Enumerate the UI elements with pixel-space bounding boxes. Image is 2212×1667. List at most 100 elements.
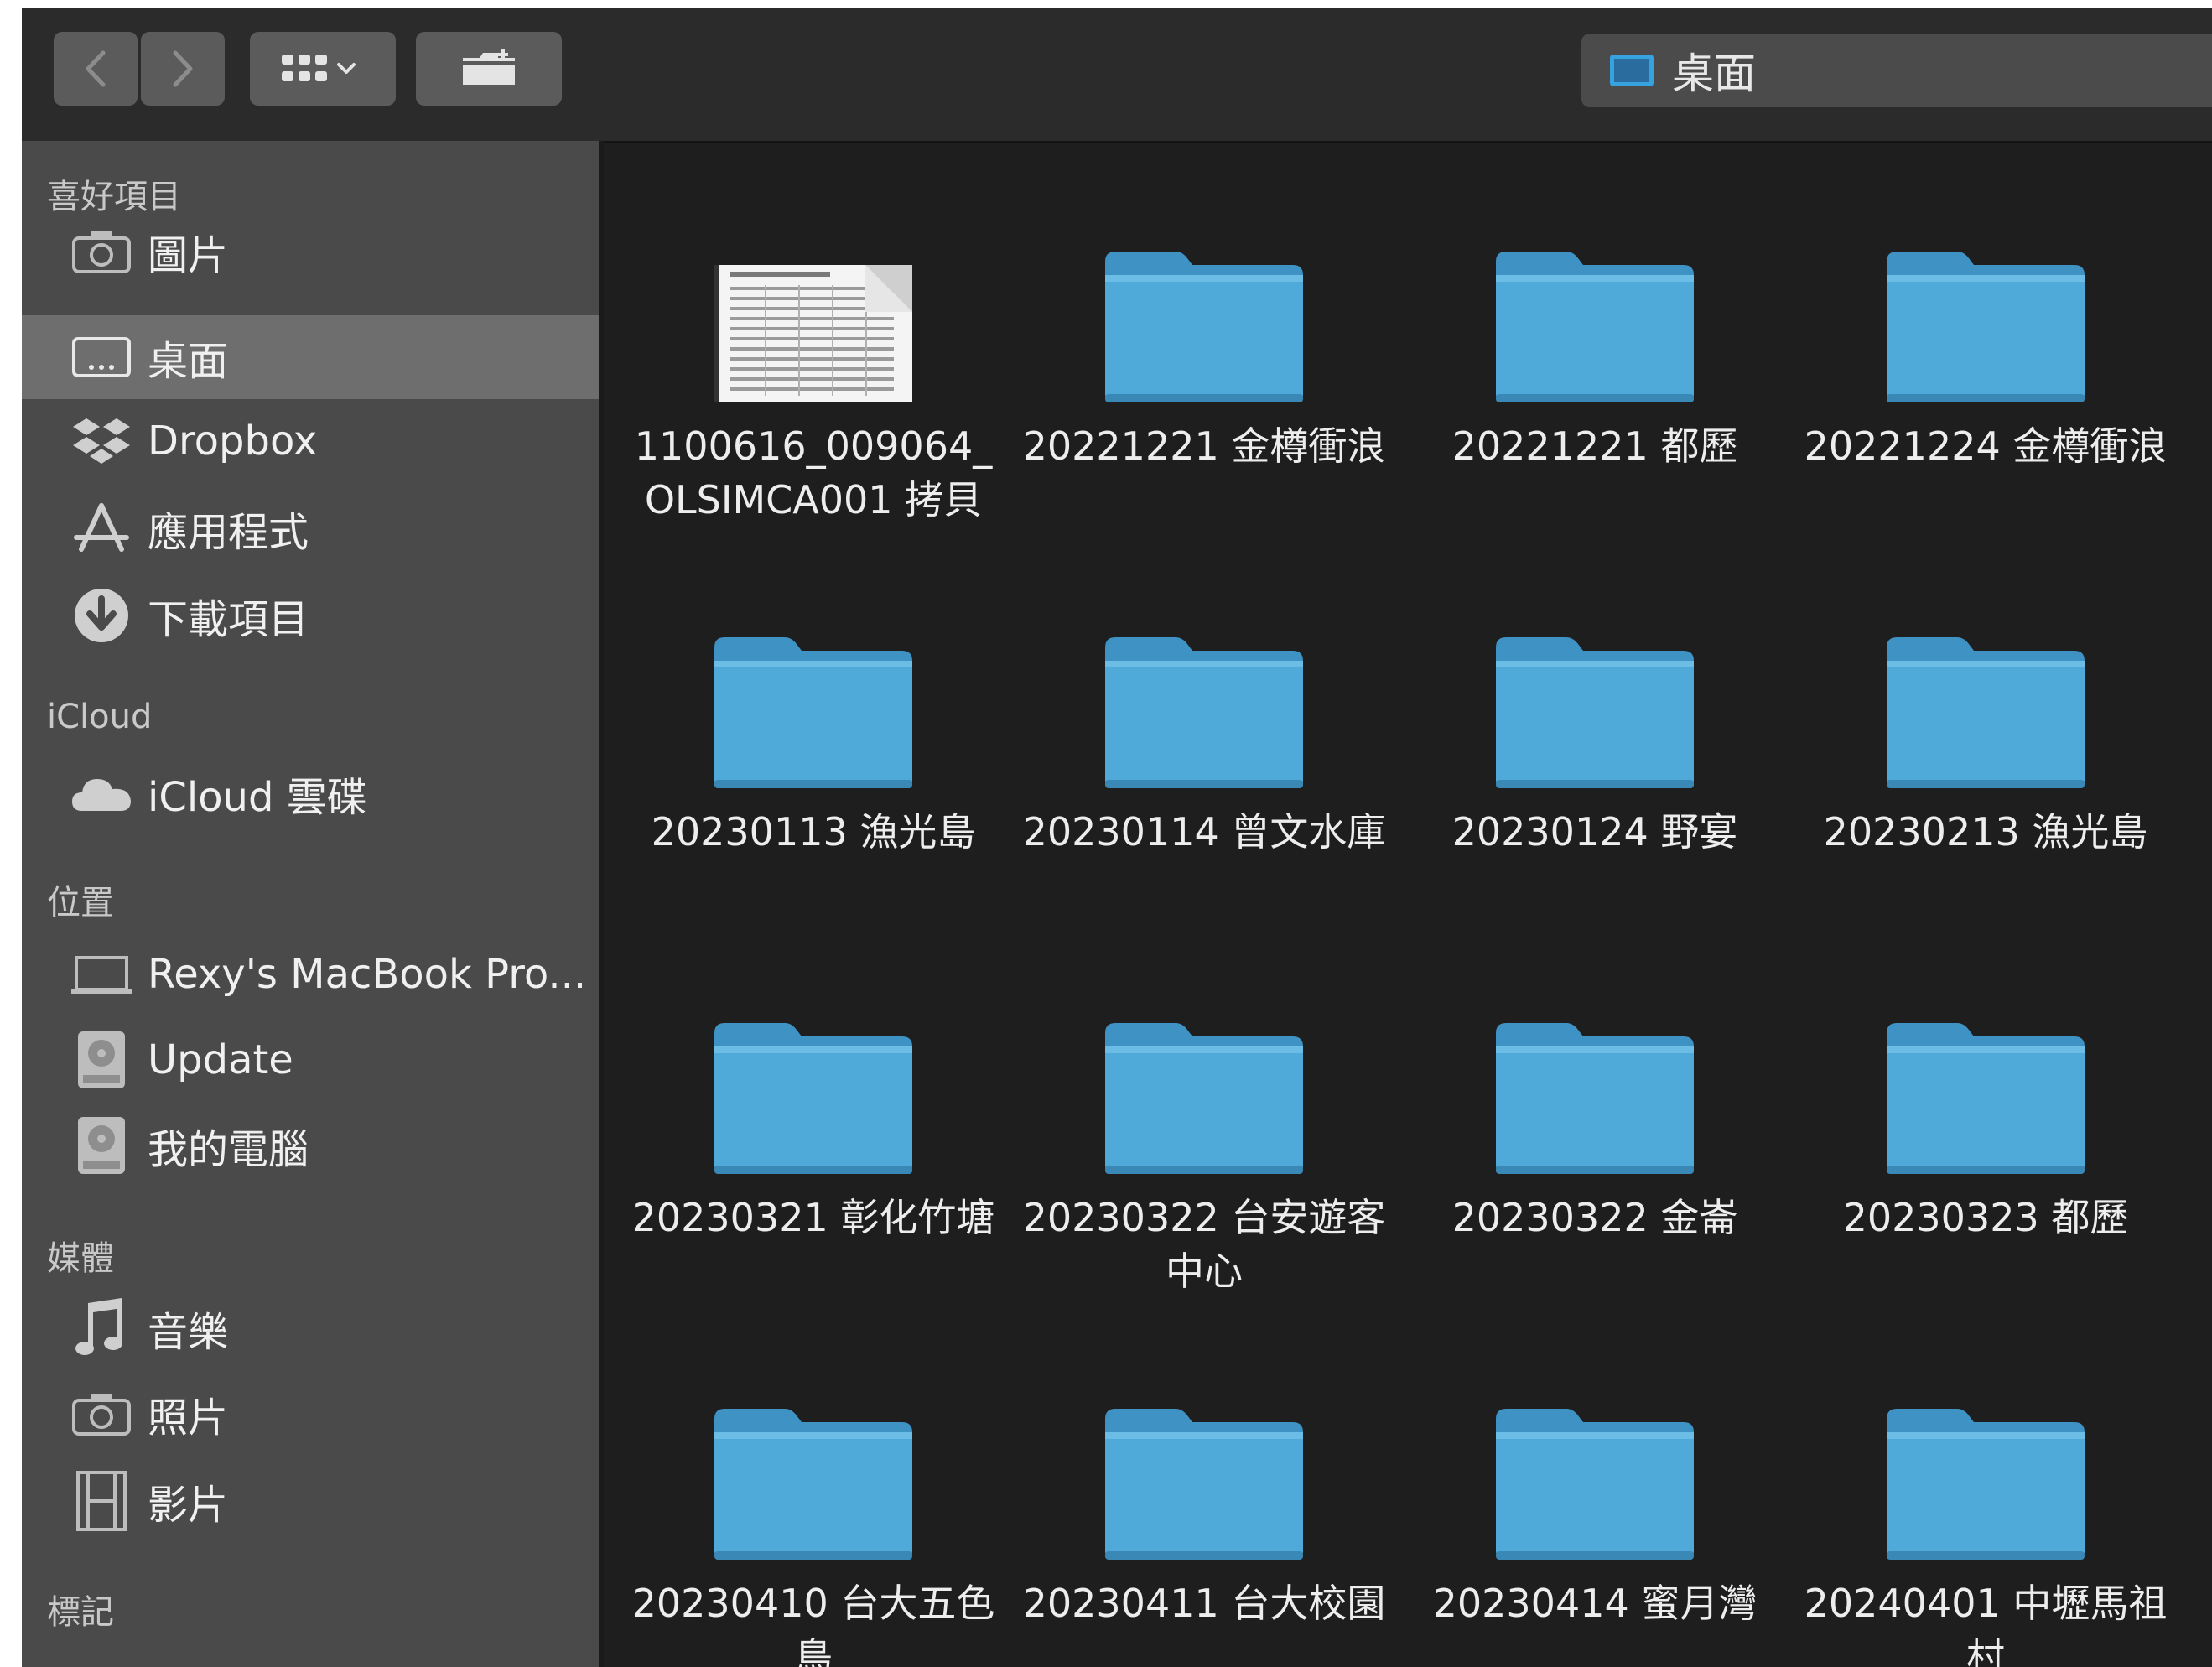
sidebar-item-label: Rexy's MacBook Pro... <box>148 951 587 998</box>
folder-icon <box>1793 184 2178 402</box>
sidebar-item-label: 我的電腦 <box>148 1126 309 1173</box>
sidebar-item-label: 音樂 <box>148 1309 229 1356</box>
sidebar-item-my-computer[interactable]: 我的電腦 <box>22 1104 599 1187</box>
folder-icon <box>1011 956 1397 1174</box>
folder-item[interactable]: 20230414 蜜月灣 <box>1402 1342 1788 1667</box>
section-title-tags: 標記 <box>47 1593 114 1632</box>
file-name-label: 20221221 金樽衝浪 <box>1022 423 1386 469</box>
chevron-left-icon <box>86 50 106 87</box>
icon-grid-view-icon <box>282 55 356 81</box>
folder-item[interactable]: 20230213 漁光島 <box>1793 570 2178 939</box>
finder-window: 桌面 喜好項目 圖片 桌面 Dropbox 應用程式 下載項目 iCloud i… <box>22 8 2212 1667</box>
toolbar: 桌面 <box>22 8 2212 143</box>
disk-icon <box>70 1114 132 1176</box>
file-name-label: 1100616_009064_OLSIMCA001 拷貝 <box>634 423 993 522</box>
file-name-label: 20230323 都歷 <box>1842 1195 2129 1240</box>
location-title: 桌面 <box>1672 49 1756 98</box>
folder-icon <box>621 570 1006 788</box>
folder-icon <box>1402 184 1788 402</box>
file-name-label: 20230321 彰化竹塘 <box>631 1195 995 1240</box>
new-folder-button[interactable] <box>416 32 562 106</box>
folder-item[interactable]: 20230323 都歷 <box>1793 956 2178 1325</box>
sidebar-item-update[interactable]: Update <box>22 1018 599 1102</box>
location-title-box: 桌面 <box>1581 34 2212 107</box>
file-name-label: 20221224 金樽衝浪 <box>1804 423 2168 469</box>
folder-item[interactable]: 20240401 中壢馬祖村 <box>1793 1342 2178 1667</box>
camera-icon <box>70 1383 132 1445</box>
sidebar-item-label: 圖片 <box>148 232 229 279</box>
folder-item[interactable]: 20230113 漁光島 <box>621 570 1006 939</box>
sidebar-item-label: Dropbox <box>148 418 318 465</box>
sidebar-item-pictures[interactable]: 圖片 <box>22 210 599 293</box>
desktop-icon <box>70 326 132 388</box>
folder-item[interactable]: 20230410 台大五色鳥 <box>621 1342 1006 1667</box>
folder-icon <box>1402 570 1788 788</box>
sidebar-item-label: iCloud 雲碟 <box>148 774 367 821</box>
section-title-media: 媒體 <box>47 1239 114 1278</box>
file-name-label: 20230213 漁光島 <box>1823 809 2148 854</box>
file-name-label: 20230410 台大五色鳥 <box>631 1581 995 1667</box>
folder-item[interactable]: 20230321 彰化竹塘 <box>621 956 1006 1325</box>
file-item[interactable]: 1100616_009064_OLSIMCA001 拷貝 <box>621 184 1006 553</box>
sidebar: 喜好項目 圖片 桌面 Dropbox 應用程式 下載項目 iCloud iClo… <box>22 141 604 1667</box>
folder-icon <box>1793 956 2178 1174</box>
file-name-label: 20230411 台大校園 <box>1022 1581 1386 1626</box>
file-grid: 1100616_009064_OLSIMCA001 拷貝 20221221 金樽衝… <box>604 143 2212 1667</box>
folder-icon <box>1793 1342 2178 1560</box>
file-name-label: 20230322 金崙 <box>1451 1195 1738 1240</box>
sidebar-item-music[interactable]: 音樂 <box>22 1286 599 1370</box>
document-thumbnail-icon <box>621 184 1006 402</box>
cloud-icon <box>70 762 132 824</box>
section-title-icloud: iCloud <box>47 698 153 736</box>
section-title-locations: 位置 <box>47 884 114 922</box>
sidebar-item-desktop[interactable]: 桌面 <box>22 315 599 399</box>
folder-item[interactable]: 20230114 曾文水庫 <box>1011 570 1397 939</box>
laptop-icon <box>70 943 132 1005</box>
file-name-label: 20240401 中壢馬祖村 <box>1804 1581 2168 1667</box>
sidebar-item-macbook[interactable]: Rexy's MacBook Pro... <box>22 932 599 1016</box>
folder-item[interactable]: 20221221 都歷 <box>1402 184 1788 553</box>
file-name-label: 20230124 野宴 <box>1451 809 1738 854</box>
sidebar-item-dropbox[interactable]: Dropbox <box>22 399 599 483</box>
folder-icon <box>1011 570 1397 788</box>
folder-item[interactable]: 20230322 金崙 <box>1402 956 1788 1325</box>
sidebar-item-icloud-drive[interactable]: iCloud 雲碟 <box>22 751 599 835</box>
desktop-folder-icon <box>1610 55 1654 86</box>
view-options-button[interactable] <box>250 32 396 106</box>
disk-icon <box>70 1029 132 1091</box>
file-name-label: 20230113 漁光島 <box>651 809 976 854</box>
folder-icon <box>1402 1342 1788 1560</box>
dropbox-icon <box>70 410 132 472</box>
sidebar-item-label: 桌面 <box>148 338 229 385</box>
sidebar-item-applications[interactable]: 應用程式 <box>22 486 599 570</box>
sidebar-item-photos[interactable]: 照片 <box>22 1372 599 1456</box>
new-folder-icon <box>463 49 515 85</box>
applications-icon <box>70 497 132 559</box>
folder-item[interactable]: 20221221 金樽衝浪 <box>1011 184 1397 553</box>
film-icon <box>70 1470 132 1532</box>
folder-item[interactable]: 20230411 台大校園 <box>1011 1342 1397 1667</box>
folder-icon <box>1011 1342 1397 1560</box>
file-name-label: 20230414 蜜月灣 <box>1432 1581 1758 1626</box>
download-icon <box>70 584 132 647</box>
sidebar-item-downloads[interactable]: 下載項目 <box>22 574 599 657</box>
sidebar-item-label: 照片 <box>148 1394 229 1441</box>
folder-icon <box>621 1342 1006 1560</box>
file-name-label: 20230322 台安遊客中心 <box>1022 1195 1386 1294</box>
file-name-label: 20230114 曾文水庫 <box>1022 809 1386 854</box>
folder-icon <box>1011 184 1397 402</box>
music-note-icon <box>70 1297 132 1359</box>
sidebar-item-label: 應用程式 <box>148 509 309 556</box>
folder-item[interactable]: 20221224 金樽衝浪 <box>1793 184 2178 553</box>
sidebar-item-label: 下載項目 <box>148 596 309 643</box>
sidebar-item-movies[interactable]: 影片 <box>22 1459 599 1543</box>
file-name-label: 20221221 都歷 <box>1451 423 1738 469</box>
folder-item[interactable]: 20230322 台安遊客中心 <box>1011 956 1397 1325</box>
camera-icon <box>70 221 132 283</box>
back-button[interactable] <box>54 32 138 106</box>
folder-icon <box>1793 570 2178 788</box>
forward-button[interactable] <box>141 32 225 106</box>
folder-icon <box>1402 956 1788 1174</box>
folder-icon <box>621 956 1006 1174</box>
folder-item[interactable]: 20230124 野宴 <box>1402 570 1788 939</box>
